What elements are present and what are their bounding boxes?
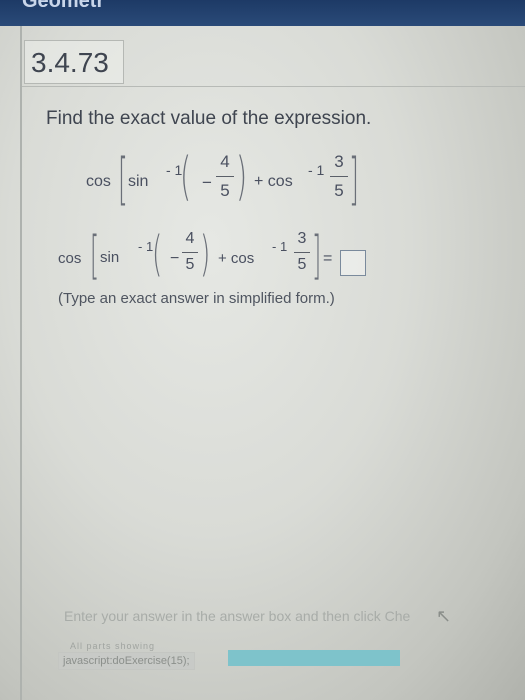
cos-label: cos [86,173,111,190]
question-number-box: 3.4.73 [24,40,124,84]
all-parts-showing[interactable]: All parts showing [70,641,155,651]
mouse-pointer-icon: ↖ [436,606,452,626]
top-bar: Geometr [0,0,525,26]
plus-cos-label: + cos [218,250,255,267]
fraction-bar [182,252,198,253]
inverse-exponent: - 1 [138,239,154,254]
right-bracket: ] [349,147,359,212]
sin-label: sin [128,173,149,190]
minus-sign: − [170,250,180,267]
numerator-3: 3 [297,230,307,247]
question-number: 3.4.73 [31,47,109,78]
inverse-exponent: - 1 [272,239,288,254]
left-paren: ( [180,147,192,207]
denominator-5: 5 [297,256,307,273]
denominator-5: 5 [185,256,195,273]
top-bar-title: Geometr [22,0,105,12]
fraction-bar [330,176,348,177]
sin-label: sin [100,249,120,266]
plus-cos-label: + cos [254,173,293,190]
divider [22,86,525,87]
right-bracket: ] [312,226,322,286]
numerator-4: 4 [185,230,195,247]
left-paren: ( [152,226,163,282]
fraction-bar [294,252,310,253]
denominator-5: 5 [220,181,230,200]
numerator-3: 3 [334,152,344,171]
denominator-5: 5 [334,181,344,200]
check-answer-button[interactable] [228,650,400,666]
fraction-bar [216,176,234,177]
left-border [20,26,22,700]
left-bracket: [ [118,147,128,212]
inverse-exponent: - 1 [308,162,325,178]
answer-input-box[interactable] [340,250,366,276]
answer-format-note: (Type an exact answer in simplified form… [58,290,335,307]
minus-sign: − [202,173,212,192]
equals-sign: = [323,250,333,267]
instruction-text: Find the exact value of the expression. [46,108,372,129]
right-paren: ) [236,147,248,207]
instruction-footer: Enter your answer in the answer box and … [64,608,411,624]
status-bar-url: javascript:doExercise(15); [58,652,195,670]
cos-label: cos [58,250,82,267]
right-paren: ) [200,226,211,282]
left-bracket: [ [90,226,100,286]
numerator-4: 4 [220,152,230,171]
